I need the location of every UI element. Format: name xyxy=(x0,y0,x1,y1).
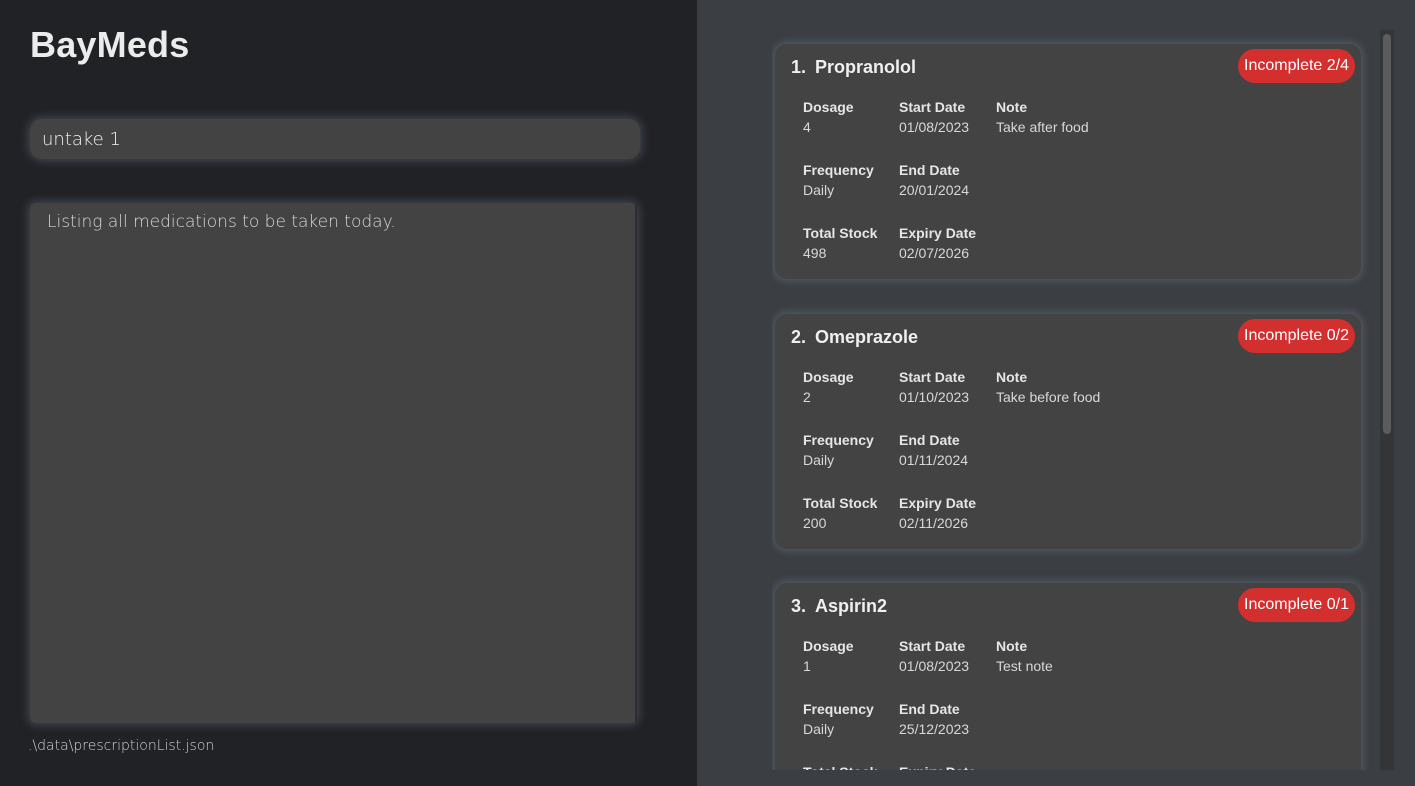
end-date-value: 01/11/2024 xyxy=(899,452,969,468)
note-value: Test note xyxy=(996,658,1053,674)
frequency-field: Frequency Daily xyxy=(803,431,874,469)
end-date-label: End Date xyxy=(899,162,960,178)
frequency-field: Frequency Daily xyxy=(803,161,874,199)
start-date-field: Start Date 01/10/2023 xyxy=(899,368,969,406)
total-stock-label: Total Stock xyxy=(803,495,878,511)
prescription-index: 1. xyxy=(791,57,807,77)
left-pane: BayMeds Listing all medications to be ta… xyxy=(0,0,697,786)
prescription-name: Propranolol xyxy=(815,57,917,77)
note-field: Note Test note xyxy=(996,637,1053,675)
note-value: Take before food xyxy=(996,389,1101,405)
start-date-label: Start Date xyxy=(899,99,966,115)
frequency-label: Frequency xyxy=(803,701,874,717)
expiry-date-field: Expiry Date xyxy=(899,763,976,770)
frequency-value: Daily xyxy=(803,721,835,737)
total-stock-value: 200 xyxy=(803,515,827,531)
note-field: Note Take before food xyxy=(996,368,1100,406)
dosage-field: Dosage 1 xyxy=(803,637,854,675)
prescription-index: 3. xyxy=(791,596,807,616)
start-date-value: 01/08/2023 xyxy=(899,119,970,135)
start-date-label: Start Date xyxy=(899,369,966,385)
frequency-label: Frequency xyxy=(803,432,874,448)
prescription-name: Aspirin2 xyxy=(815,596,888,616)
total-stock-field: Total Stock 498 xyxy=(803,224,877,262)
prescription-card[interactable]: 3. Aspirin2 Incomplete 0/1 Dosage 1 Start… xyxy=(775,583,1361,770)
result-message: Listing all medications to be taken toda… xyxy=(47,212,396,232)
total-stock-label: Total Stock xyxy=(803,763,877,770)
total-stock-label: Total Stock xyxy=(803,225,878,241)
frequency-value: Daily xyxy=(803,452,835,468)
start-date-label: Start Date xyxy=(899,638,966,654)
frequency-field: Frequency Daily xyxy=(803,700,874,738)
dosage-field: Dosage 4 xyxy=(803,98,854,136)
expiry-date-label: Expiry Date xyxy=(899,495,977,511)
prescription-card[interactable]: 2. Omeprazole Incomplete 0/2 Dosage 2 Sta… xyxy=(775,314,1361,549)
command-input[interactable] xyxy=(30,119,640,159)
status-bar-file-path: .\data\prescriptionList.json xyxy=(28,738,215,754)
dosage-value: 2 xyxy=(803,389,811,405)
end-date-label: End Date xyxy=(899,432,960,448)
expiry-date-label: Expiry Date xyxy=(899,225,977,241)
app-title: BayMeds xyxy=(30,24,190,65)
app-window: BayMeds Listing all medications to be ta… xyxy=(0,0,1415,786)
dosage-label: Dosage xyxy=(803,99,854,115)
total-stock-field: Total Stock xyxy=(803,763,877,770)
prescription-list[interactable]: 1. Propranolol Incomplete 2/4 Dosage 4 St… xyxy=(772,30,1372,770)
dosage-label: Dosage xyxy=(803,369,854,385)
right-pane: 1. Propranolol Incomplete 2/4 Dosage 4 St… xyxy=(697,0,1415,786)
status-badge: Incomplete 0/2 xyxy=(1238,319,1355,353)
dosage-field: Dosage 2 xyxy=(803,368,854,406)
list-scrollbar[interactable] xyxy=(1380,30,1394,770)
prescription-index: 2. xyxy=(791,327,807,347)
expiry-date-field: Expiry Date 02/07/2026 xyxy=(899,224,976,262)
prescription-title: 1. Propranolol xyxy=(791,57,916,78)
note-label: Note xyxy=(996,369,1028,385)
prescription-card[interactable]: 1. Propranolol Incomplete 2/4 Dosage 4 St… xyxy=(775,44,1361,279)
dosage-label: Dosage xyxy=(803,638,854,654)
note-label: Note xyxy=(996,638,1028,654)
list-scrollbar-thumb[interactable] xyxy=(1383,34,1391,434)
dosage-value: 4 xyxy=(803,119,811,135)
prescription-name: Omeprazole xyxy=(815,327,919,347)
expiry-date-value: 02/07/2026 xyxy=(899,245,970,261)
start-date-field: Start Date 01/08/2023 xyxy=(899,98,969,136)
total-stock-value: 498 xyxy=(803,245,827,261)
expiry-date-label: Expiry Date xyxy=(899,763,976,770)
start-date-value: 01/10/2023 xyxy=(899,389,970,405)
note-value: Take after food xyxy=(996,119,1089,135)
dosage-value: 1 xyxy=(803,658,811,674)
end-date-field: End Date 01/11/2024 xyxy=(899,431,968,469)
expiry-date-value: 02/11/2026 xyxy=(899,515,969,531)
start-date-field: Start Date 01/08/2023 xyxy=(899,637,969,675)
start-date-value: 01/08/2023 xyxy=(899,658,970,674)
note-field: Note Take after food xyxy=(996,98,1089,136)
end-date-field: End Date 25/12/2023 xyxy=(899,700,969,738)
status-badge: Incomplete 2/4 xyxy=(1238,49,1355,83)
result-scrollbar[interactable] xyxy=(635,203,637,723)
frequency-value: Daily xyxy=(803,182,835,198)
result-display[interactable]: Listing all medications to be taken toda… xyxy=(30,203,637,723)
end-date-value: 20/01/2024 xyxy=(899,182,970,198)
end-date-label: End Date xyxy=(899,701,960,717)
note-label: Note xyxy=(996,99,1028,115)
frequency-label: Frequency xyxy=(803,162,874,178)
prescription-title: 3. Aspirin2 xyxy=(791,596,887,617)
end-date-field: End Date 20/01/2024 xyxy=(899,161,969,199)
status-badge: Incomplete 0/1 xyxy=(1238,588,1355,622)
prescription-title: 2. Omeprazole xyxy=(791,327,918,348)
total-stock-field: Total Stock 200 xyxy=(803,494,877,532)
end-date-value: 25/12/2023 xyxy=(899,721,970,737)
expiry-date-field: Expiry Date 02/11/2026 xyxy=(899,494,976,532)
